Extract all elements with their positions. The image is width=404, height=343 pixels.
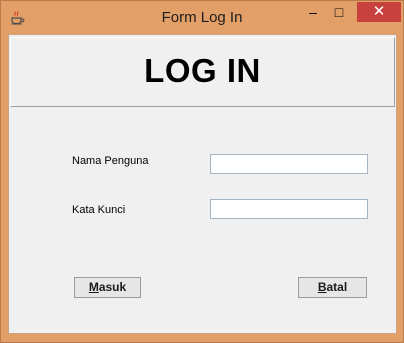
login-button[interactable]: Masuk: [74, 277, 141, 298]
maximize-button[interactable]: □: [326, 2, 352, 22]
password-label: Kata Kunci: [72, 204, 126, 216]
username-label: Nama Penguna: [72, 155, 149, 167]
minimize-button[interactable]: –: [300, 2, 326, 22]
page-title: LOG IN: [144, 52, 261, 89]
login-label-rest: asuk: [98, 280, 127, 294]
title-bar[interactable]: Form Log In – □ ✕: [1, 1, 403, 33]
cancel-label-rest: atal: [326, 280, 348, 294]
login-mnemonic: M: [88, 280, 99, 294]
cancel-button[interactable]: Batal: [298, 277, 367, 298]
content-pane: LOG IN Nama Penguna Kata Kunci Masuk Bat…: [8, 34, 397, 334]
header-panel: LOG IN: [10, 37, 395, 107]
username-field[interactable]: [210, 154, 368, 174]
password-field[interactable]: [210, 199, 368, 219]
close-button[interactable]: ✕: [357, 2, 401, 22]
form-login-window: Form Log In – □ ✕ LOG IN Nama Penguna Ka…: [0, 0, 404, 343]
